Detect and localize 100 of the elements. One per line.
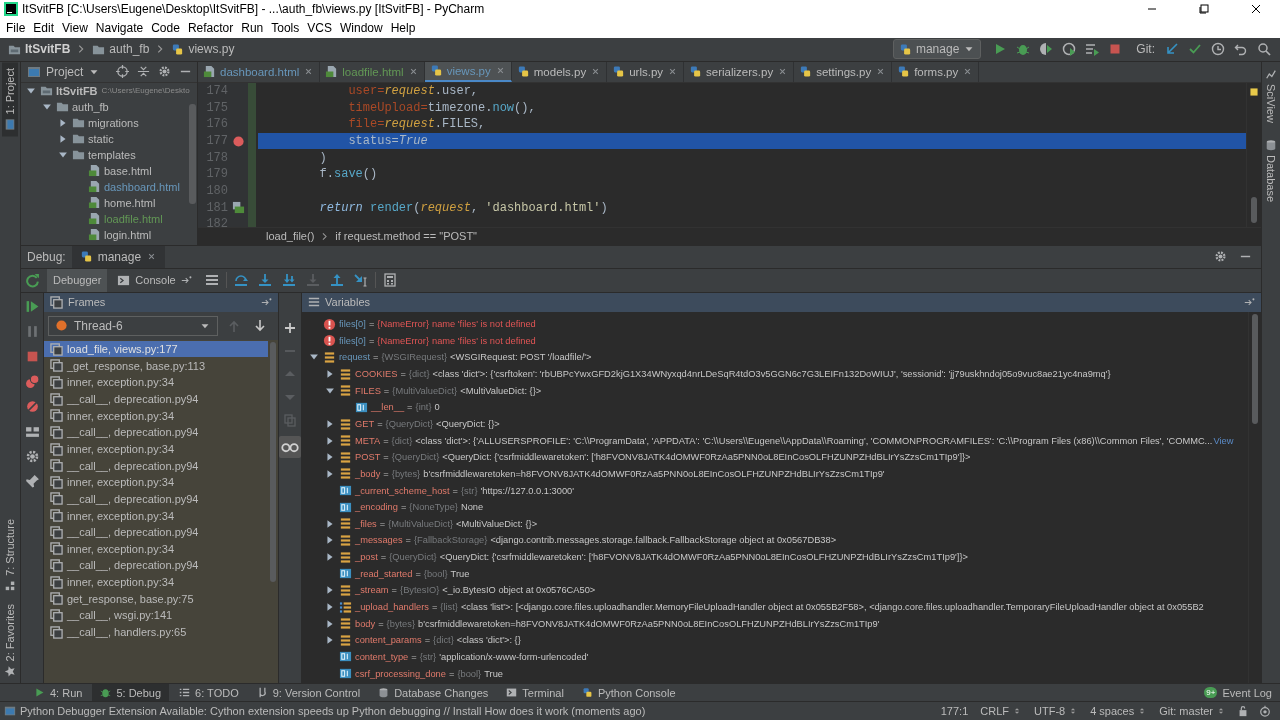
tool-window-tab[interactable]: 5: Debug <box>92 684 170 702</box>
rerun-icon[interactable] <box>24 272 40 288</box>
tool-window-tab[interactable]: 1: Project <box>2 61 18 137</box>
stack-frame[interactable]: __call__, handlers.py:65 <box>44 623 268 641</box>
profile-icon[interactable] <box>1062 42 1077 57</box>
template-file-icon[interactable] <box>232 201 245 215</box>
breadcrumb-item[interactable]: ItSvitFB <box>6 42 73 57</box>
pin-arrow-icon[interactable] <box>180 274 192 286</box>
status-widget[interactable]: 4 spaces <box>1086 705 1152 718</box>
run-to-cursor-icon[interactable] <box>353 273 368 288</box>
stack-frame[interactable]: __call__, deprecation.py94 <box>44 557 268 574</box>
editor-tab[interactable]: forms.py <box>892 61 980 82</box>
stop-icon[interactable] <box>1108 42 1123 57</box>
menu-item[interactable]: Help <box>386 21 420 36</box>
history-icon[interactable] <box>1211 42 1225 57</box>
folder-name[interactable]: auth_fb <box>72 100 109 113</box>
menu-item[interactable]: View <box>58 21 92 36</box>
view-link[interactable]: View <box>1213 435 1234 446</box>
calculator-icon[interactable] <box>382 273 397 288</box>
collapse-all-icon[interactable] <box>137 65 150 79</box>
stack-frame[interactable]: inner, exception.py:34 <box>44 507 268 524</box>
folder-name[interactable]: static <box>88 132 114 145</box>
editor-tab[interactable]: dashboard.html <box>198 61 321 82</box>
mute-breakpoints-icon[interactable] <box>24 398 40 414</box>
step-into-my-code-icon[interactable] <box>281 273 296 288</box>
stack-frame[interactable]: inner, exception.py:34 <box>44 540 268 558</box>
step-over-icon[interactable] <box>233 273 248 288</box>
folder-name[interactable]: migrations <box>88 116 139 129</box>
scrollbar[interactable] <box>189 103 196 204</box>
breakpoint-icon[interactable] <box>232 134 245 148</box>
stack-frame[interactable]: get_response, base.py:75 <box>44 590 268 608</box>
stack-frame[interactable]: inner, exception.py:34 <box>44 473 268 491</box>
scrollbar[interactable] <box>1252 313 1258 424</box>
file-name[interactable]: login.html <box>104 228 152 241</box>
revert-icon[interactable] <box>1234 42 1248 57</box>
menu-item[interactable]: Run <box>237 21 268 36</box>
stack-frame[interactable]: __call__, wsgi.py:141 <box>44 607 268 624</box>
folder-name[interactable]: ItSvitFB <box>56 84 98 97</box>
thread-dropdown[interactable]: Thread-6 <box>48 315 218 336</box>
tool-window-tab[interactable]: 7: Structure <box>2 512 18 598</box>
maximize-icon[interactable] <box>1197 2 1211 17</box>
tab[interactable]: Console <box>111 268 198 292</box>
project-view-dropdown[interactable]: Project <box>27 64 101 79</box>
glasses-icon[interactable] <box>279 435 301 458</box>
file-name[interactable]: home.html <box>104 196 156 209</box>
settings-icon[interactable] <box>24 448 40 464</box>
run-configuration-dropdown[interactable]: manage <box>892 39 982 60</box>
debug-icon[interactable] <box>1016 42 1031 57</box>
tool-window-tab[interactable]: Database <box>1263 132 1279 208</box>
status-widget[interactable]: CRLF <box>976 705 1026 718</box>
folder-name[interactable]: templates <box>88 148 136 161</box>
search-icon[interactable] <box>1257 42 1271 57</box>
stack-frame[interactable]: inner, exception.py:34 <box>44 374 268 391</box>
breadcrumb-item[interactable]: auth_fb <box>90 42 152 57</box>
scrollbar[interactable] <box>270 341 276 582</box>
update-project-icon[interactable] <box>1165 42 1179 57</box>
breadcrumb-item[interactable]: load_file() <box>266 230 315 243</box>
menu-item[interactable]: Refactor <box>183 21 238 36</box>
pin-arrow-icon[interactable] <box>261 296 272 308</box>
menu-item[interactable]: Navigate <box>91 21 148 36</box>
stack-frame[interactable]: __call__, deprecation.py94 <box>44 424 268 441</box>
editor-tab[interactable]: models.py <box>511 61 608 82</box>
session-tab[interactable]: manage <box>71 245 166 268</box>
breadcrumb-item[interactable]: if request.method == "POST" <box>335 230 478 243</box>
locate-icon[interactable] <box>116 65 129 79</box>
concurrency-icon[interactable] <box>1085 42 1100 57</box>
stack-frame[interactable]: __call__, deprecation.py94 <box>44 457 268 474</box>
step-into-icon[interactable] <box>257 273 272 288</box>
menu-item[interactable]: Window <box>335 21 387 36</box>
breadcrumb-item[interactable]: views.py <box>169 42 237 57</box>
list-icon[interactable] <box>204 273 219 288</box>
tool-window-tab[interactable]: SciView <box>1263 61 1279 129</box>
tool-window-tab[interactable]: 6: TODO <box>171 684 247 702</box>
inspection-warning-icon[interactable] <box>1249 86 1259 97</box>
menu-item[interactable]: VCS <box>303 21 336 36</box>
stack-frame[interactable]: load_file, views.py:177 <box>44 340 268 358</box>
status-widget[interactable]: 177:1 <box>936 705 973 718</box>
commit-icon[interactable] <box>1188 42 1202 57</box>
resume-icon[interactable] <box>24 298 40 314</box>
editor-tab[interactable]: urls.py <box>607 61 685 82</box>
tool-window-tab[interactable]: Python Console <box>573 684 684 702</box>
file-name[interactable]: dashboard.html <box>104 180 180 193</box>
editor-tab[interactable]: settings.py <box>794 61 893 82</box>
status-widget[interactable]: UTF-8 <box>1030 705 1083 718</box>
event-log-tab[interactable]: 9+ Event Log <box>1196 684 1280 702</box>
file-name[interactable]: loadfile.html <box>104 212 163 225</box>
stack-frame[interactable]: __call__, deprecation.py94 <box>44 523 268 541</box>
stack-frame[interactable]: __call__, deprecation.py94 <box>44 490 268 508</box>
stack-frame[interactable]: inner, exception.py:34 <box>44 440 268 458</box>
add-icon[interactable] <box>283 320 297 335</box>
tool-window-tab[interactable]: 2: Favorites <box>2 597 18 684</box>
pin-icon[interactable] <box>24 473 40 489</box>
coverage-icon[interactable] <box>1039 42 1054 57</box>
menu-item[interactable]: Edit <box>29 21 59 36</box>
menu-item[interactable]: Code <box>147 21 184 36</box>
tool-windows-icon[interactable] <box>4 705 16 718</box>
scrollbar[interactable] <box>1251 196 1257 223</box>
inspector-icon[interactable] <box>1259 705 1271 718</box>
tool-window-tab[interactable]: Terminal <box>498 684 572 702</box>
editor-tab[interactable]: serializers.py <box>684 61 795 82</box>
